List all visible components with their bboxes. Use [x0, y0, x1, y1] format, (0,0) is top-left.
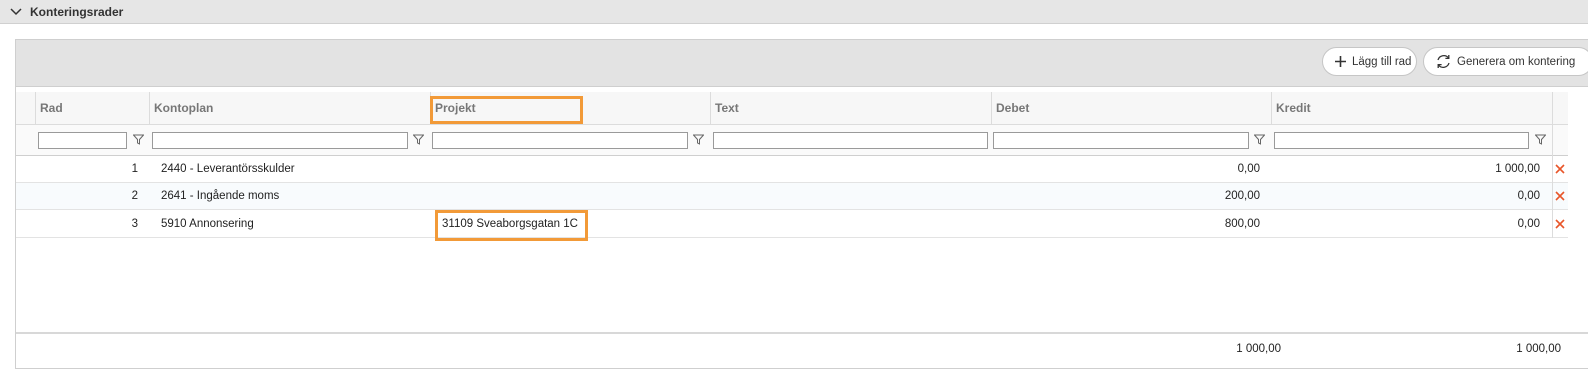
section-title: Konteringsrader — [30, 5, 124, 19]
cell-projekt[interactable]: 31109 Sveaborgsgatan 1C — [442, 211, 578, 237]
cell-kredit[interactable]: 0,00 — [1296, 211, 1540, 237]
filter-icon[interactable] — [133, 134, 144, 145]
column-header-text[interactable]: Text — [710, 92, 991, 124]
filter-icon[interactable] — [1254, 134, 1265, 145]
filter-input-kredit[interactable] — [1274, 132, 1529, 149]
grid-toolbar: Lägg till rad Generera om kontering — [16, 40, 1588, 87]
cell-kontoplan[interactable]: 5910 Annonsering — [161, 211, 254, 237]
footer-divider — [16, 332, 1588, 334]
column-header-debet[interactable]: Debet — [991, 92, 1271, 124]
filter-input-text[interactable] — [713, 132, 988, 149]
cell-rad: 3 — [131, 218, 138, 230]
cell-debet[interactable]: 200,00 — [1016, 183, 1260, 209]
column-header-projekt[interactable]: Projekt — [430, 92, 710, 124]
total-debet: 1 000,00 — [1236, 343, 1281, 355]
cell-kontoplan[interactable]: 2440 - Leverantörsskulder — [161, 156, 295, 182]
regenerate-kontering-label: Generera om kontering — [1457, 55, 1576, 68]
column-header-kredit[interactable]: Kredit — [1271, 92, 1553, 124]
chevron-down-icon[interactable] — [9, 5, 23, 19]
filter-input-rad[interactable] — [38, 132, 127, 149]
cell-debet[interactable]: 0,00 — [1016, 156, 1260, 182]
regenerate-kontering-button[interactable]: Generera om kontering — [1423, 47, 1588, 76]
cell-kredit[interactable]: 0,00 — [1296, 183, 1540, 209]
filter-icon[interactable] — [693, 134, 704, 145]
column-header-row: Rad Kontoplan Projekt Text Debet Kredit — [16, 92, 1568, 125]
cell-kredit[interactable]: 1 000,00 — [1296, 156, 1540, 182]
filter-icon[interactable] — [413, 134, 424, 145]
kontering-panel: Lägg till rad Generera om kontering Rad … — [15, 39, 1588, 369]
add-row-button[interactable]: Lägg till rad — [1322, 47, 1417, 76]
add-row-label: Lägg till rad — [1352, 55, 1412, 68]
filter-input-projekt[interactable] — [432, 132, 688, 149]
cell-rad: 2 — [131, 190, 138, 202]
filter-row — [16, 125, 1568, 156]
refresh-icon — [1437, 55, 1450, 68]
cell-kontoplan[interactable]: 2641 - Ingående moms — [161, 183, 279, 209]
cell-debet[interactable]: 800,00 — [1016, 211, 1260, 237]
column-header-kontoplan[interactable]: Kontoplan — [149, 92, 430, 124]
table-row[interactable]: 1 2440 - Leverantörsskulder 0,00 1 000,0… — [16, 156, 1568, 183]
cell-rad: 1 — [131, 163, 138, 175]
table-row[interactable]: 2 2641 - Ingående moms 200,00 0,00 — [16, 183, 1568, 210]
delete-row-icon[interactable] — [1553, 217, 1567, 231]
plus-icon — [1335, 56, 1346, 67]
filter-icon[interactable] — [1535, 134, 1546, 145]
filter-input-debet[interactable] — [993, 132, 1249, 149]
delete-row-icon[interactable] — [1553, 189, 1567, 203]
delete-row-icon[interactable] — [1553, 162, 1567, 176]
table-row[interactable]: 3 5910 Annonsering 31109 Sveaborgsgatan … — [16, 211, 1568, 238]
column-header-rad[interactable]: Rad — [35, 92, 149, 124]
section-header[interactable]: Konteringsrader — [0, 0, 1588, 24]
total-kredit: 1 000,00 — [1516, 343, 1561, 355]
grid-divider — [1552, 92, 1553, 238]
filter-input-kontoplan[interactable] — [152, 132, 408, 149]
